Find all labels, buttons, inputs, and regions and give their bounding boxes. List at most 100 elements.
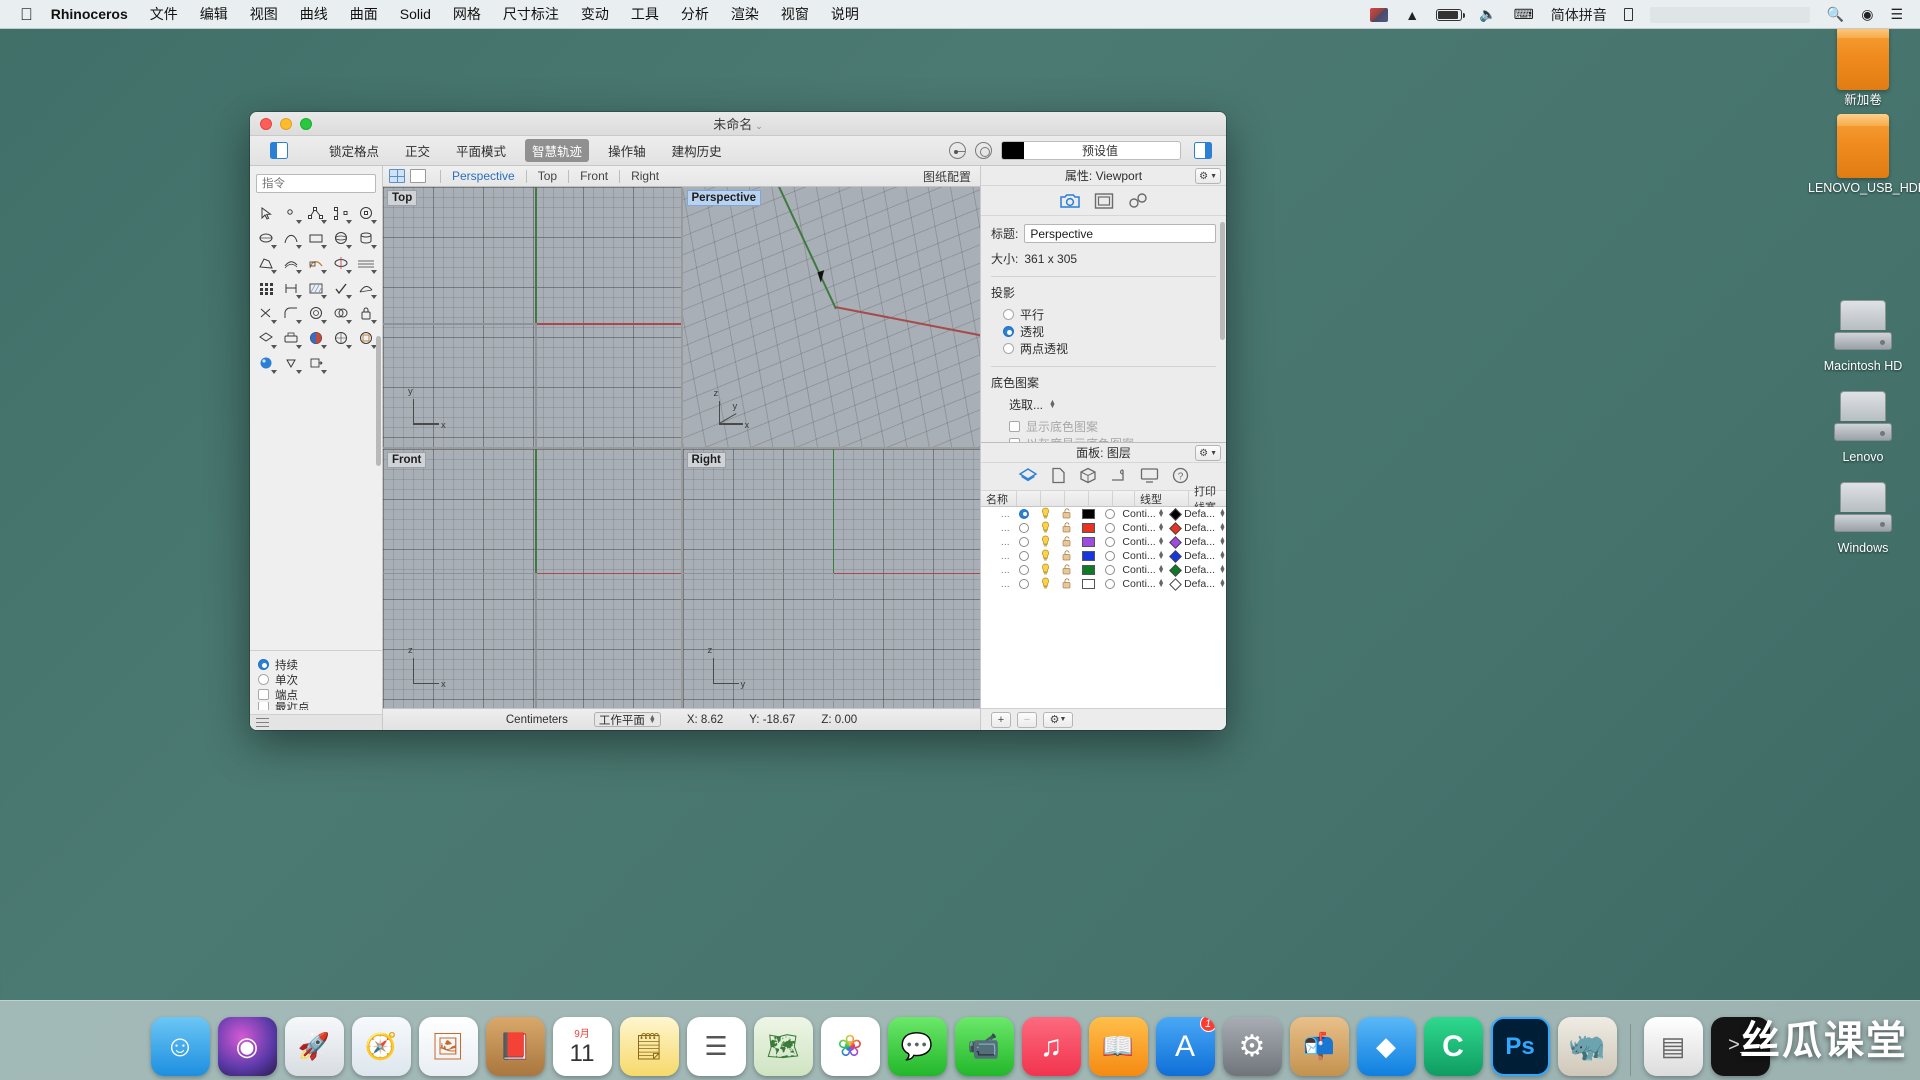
export-tool-icon[interactable] (304, 351, 328, 375)
layer-print-width[interactable]: Defa... (1184, 550, 1215, 562)
properties-scrollbar[interactable] (1220, 222, 1225, 340)
layer-linetype[interactable]: Conti... (1122, 508, 1155, 520)
volume-icon[interactable]: 🔈 (1479, 6, 1496, 23)
layout-config-label[interactable]: 图纸配置 (923, 168, 980, 185)
radio-on-icon[interactable] (1003, 326, 1014, 337)
material-icon[interactable] (1104, 537, 1115, 547)
dock-item-finder[interactable]: ☺ (150, 1017, 210, 1076)
loft-tool-icon[interactable] (254, 251, 278, 275)
sphere-tool-icon[interactable] (329, 226, 353, 250)
viewport-label-perspective[interactable]: Perspective (686, 190, 762, 206)
hatch-tool-icon[interactable] (304, 276, 328, 300)
circle-tool-icon[interactable] (354, 201, 378, 225)
material-icon[interactable] (1104, 551, 1115, 561)
bulb-icon[interactable] (1040, 549, 1051, 564)
layers-icon[interactable] (1018, 467, 1038, 487)
surface-analysis-icon[interactable] (354, 276, 378, 300)
dock-item-safari[interactable]: 🧭 (351, 1017, 411, 1076)
dock-item-launchpad[interactable]: 🚀 (284, 1017, 344, 1076)
layers-gear-button[interactable]: ⚙ ▼ (1195, 445, 1221, 461)
command-input[interactable] (256, 174, 376, 193)
dock-item-music[interactable]: ♫ (1021, 1017, 1081, 1076)
hamburger-icon[interactable] (256, 718, 269, 727)
camera-icon[interactable] (1059, 192, 1081, 210)
spotlight-icon[interactable]: 🔍 (1827, 6, 1844, 23)
material-icon[interactable] (1104, 509, 1115, 519)
radio-off-icon[interactable] (258, 674, 269, 685)
unlock-icon[interactable] (1061, 563, 1073, 578)
unlock-icon[interactable] (1061, 507, 1073, 522)
menu-item-help[interactable]: 说明 (831, 4, 859, 24)
toolbar-planar[interactable]: 平面模式 (449, 139, 513, 162)
status-cplane-selector[interactable]: 工作平面 ▲ ▼ (593, 712, 661, 727)
layer-tool-icon[interactable] (254, 326, 278, 350)
wallpaper-pick-button[interactable]: 选取... ▲ ▼ (1009, 396, 1216, 413)
stepper-icon[interactable]: ▲ ▼ (1219, 536, 1226, 547)
bulb-icon[interactable] (1040, 563, 1051, 578)
close-button[interactable] (260, 117, 272, 130)
link-icon[interactable] (1127, 192, 1149, 210)
dock-item-documents-stack[interactable]: ▤ (1643, 1017, 1703, 1076)
minimize-button[interactable] (280, 117, 292, 130)
print-color-swatch[interactable] (1169, 507, 1182, 521)
toolbar-smarttrack[interactable]: 智慧轨迹 (525, 139, 590, 162)
dock-item-cheetah3d[interactable]: C (1423, 1017, 1483, 1076)
lock-tool-icon[interactable] (354, 301, 378, 325)
light-tool-icon[interactable] (279, 351, 303, 375)
menu-item-solid[interactable]: Solid (400, 6, 431, 22)
print-color-swatch[interactable] (1169, 549, 1182, 563)
render-icon[interactable] (1110, 467, 1127, 487)
layer-color-swatch[interactable] (1082, 523, 1096, 533)
desktop-icon-new-volume[interactable]: 新加卷 (1808, 26, 1918, 108)
current-layer-radio-icon[interactable] (1019, 551, 1030, 561)
window-titlebar[interactable]: 未命名 ⌄ (250, 112, 1226, 136)
maximize-button[interactable] (300, 117, 312, 130)
print-color-swatch[interactable] (1169, 535, 1182, 549)
check-tool-icon[interactable] (329, 276, 353, 300)
wallpaper-gray-checkbox-row[interactable]: 以灰度显示底色图案 (1009, 435, 1216, 442)
layer-color-swatch[interactable] (1082, 509, 1096, 519)
menu-item-analyze[interactable]: 分析 (681, 4, 709, 24)
desktop-icon-lenovo-usb-hdd[interactable]: LENOVO_USB_HDD (1808, 114, 1920, 196)
siri-icon[interactable]: ☰ (1890, 6, 1903, 23)
material-icon[interactable] (1104, 565, 1115, 575)
display-icon[interactable] (1370, 7, 1389, 22)
arc-tool-icon[interactable] (329, 201, 353, 225)
cube-icon[interactable] (1079, 467, 1097, 487)
layer-color-swatch[interactable] (1082, 579, 1096, 589)
dock-item-facetime[interactable]: 📹 (954, 1017, 1014, 1076)
dimension-tool-icon[interactable] (279, 276, 303, 300)
dock-item-notes[interactable]: 🗒 (619, 1017, 679, 1076)
control-center-icon[interactable]: ◉ (1861, 6, 1873, 23)
menu-item-dimension[interactable]: 尺寸标注 (503, 4, 559, 24)
viewport-tab-right[interactable]: Right (628, 169, 662, 183)
layer-print-width[interactable]: Defa... (1184, 564, 1215, 576)
unlock-icon[interactable] (1061, 535, 1073, 550)
osnap-endpoint[interactable]: 端点 (258, 687, 374, 702)
layer-color-swatch[interactable] (1082, 537, 1096, 547)
checkbox-icon[interactable] (1009, 438, 1020, 442)
fillet-tool-icon[interactable] (279, 301, 303, 325)
four-view-icon[interactable] (389, 169, 405, 183)
menu-app-name[interactable]: Rhinoceros (51, 6, 128, 22)
unlock-icon[interactable] (1061, 549, 1073, 564)
menu-item-view[interactable]: 视图 (250, 4, 278, 24)
dock-item-photos[interactable]: ❀ (820, 1017, 880, 1076)
boolean-tool-icon[interactable] (329, 301, 353, 325)
dock-item-messages[interactable]: 💬 (887, 1017, 947, 1076)
current-layer-radio-icon[interactable] (1019, 523, 1030, 533)
input-source-label[interactable]: 简体拼音 (1551, 5, 1607, 25)
dock-item-app-store[interactable]: A1 (1155, 1017, 1215, 1076)
menu-item-transform[interactable]: 变动 (581, 4, 609, 24)
stepper-icon[interactable]: ▲ ▼ (1158, 536, 1165, 547)
desktop-icon-lenovo[interactable]: Lenovo (1808, 391, 1918, 465)
viewport-tab-perspective[interactable]: Perspective (449, 169, 518, 183)
trim-tool-icon[interactable] (254, 301, 278, 325)
stepper-icon[interactable]: ▲ ▼ (1158, 522, 1165, 533)
stepper-icon[interactable]: ▲ ▼ (1158, 550, 1165, 561)
layer-linetype[interactable]: Conti... (1122, 564, 1155, 576)
stepper-icon[interactable]: ▲ ▼ (1049, 399, 1056, 410)
stepper-icon[interactable]: ▲ ▼ (1219, 508, 1226, 519)
dock-item-siri[interactable]: ◉ (217, 1017, 277, 1076)
stepper-icon[interactable]: ▲ ▼ (1219, 564, 1226, 575)
